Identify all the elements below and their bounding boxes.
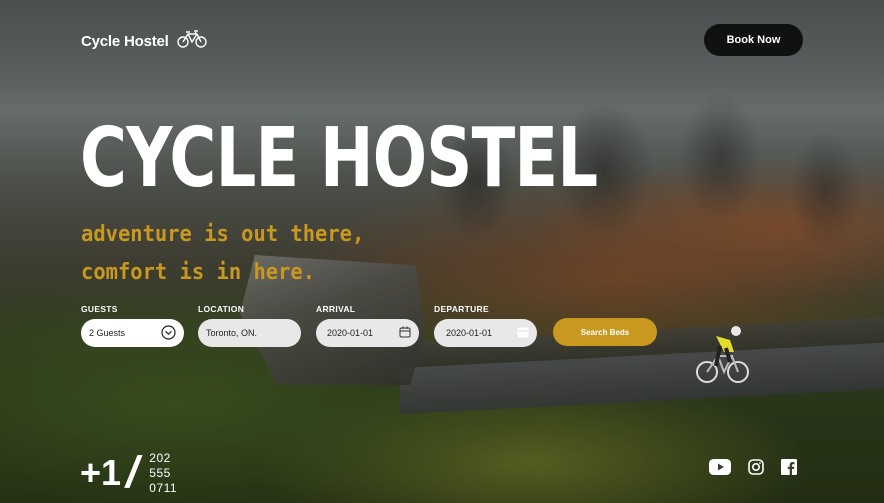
phone-number[interactable]: +1 / 202 555 0711	[80, 448, 177, 498]
location-field: LOCATION Toronto, ON.	[198, 304, 301, 347]
phone-divider: /	[121, 448, 145, 497]
location-input[interactable]: Toronto, ON.	[198, 319, 301, 347]
phone-line-3: 0711	[149, 480, 178, 495]
guests-value: 2 Guests	[89, 328, 126, 338]
departure-value: 2020-01-01	[446, 328, 493, 338]
guests-label: GUESTS	[81, 304, 118, 314]
guests-field: GUESTS 2 Guests	[81, 304, 184, 347]
bicycle-icon	[176, 30, 207, 53]
social-links	[709, 459, 797, 475]
logo-text: Cycle Hostel	[81, 33, 169, 50]
calendar-icon[interactable]	[399, 326, 411, 340]
cyclist-graphic	[696, 326, 749, 383]
departure-field: DEPARTURE 2020-01-01	[434, 304, 537, 347]
logo[interactable]: Cycle Hostel	[81, 30, 207, 53]
phone-digits: 202 555 0711	[149, 451, 177, 496]
book-now-button[interactable]: Book Now	[704, 24, 803, 56]
instagram-icon[interactable]	[748, 459, 764, 475]
calendar-icon[interactable]	[517, 326, 529, 340]
facebook-icon[interactable]	[781, 459, 797, 475]
arrival-value: 2020-01-01	[327, 328, 374, 338]
chevron-down-icon	[161, 324, 176, 342]
location-value: Toronto, ON.	[206, 328, 258, 338]
arrival-date-input[interactable]: 2020-01-01	[316, 319, 419, 347]
guests-select[interactable]: 2 Guests	[81, 319, 184, 347]
location-label: LOCATION	[198, 304, 245, 314]
tagline-line-1: adventure is out there,	[81, 222, 365, 247]
phone-line-1: 202	[149, 450, 171, 465]
tagline-line-2: comfort is in here.	[81, 260, 316, 285]
hero-tagline: adventure is out there, comfort is in he…	[81, 216, 364, 292]
departure-label: DEPARTURE	[434, 304, 489, 314]
youtube-icon[interactable]	[709, 459, 731, 475]
arrival-label: ARRIVAL	[316, 304, 356, 314]
phone-country-code: +1	[80, 452, 122, 493]
search-beds-button[interactable]: Search Beds	[553, 318, 657, 346]
hero-title: CYCLE HOSTEL	[80, 111, 598, 206]
phone-line-2: 555	[149, 465, 171, 480]
departure-date-input[interactable]: 2020-01-01	[434, 319, 537, 347]
arrival-field: ARRIVAL 2020-01-01	[316, 304, 419, 347]
